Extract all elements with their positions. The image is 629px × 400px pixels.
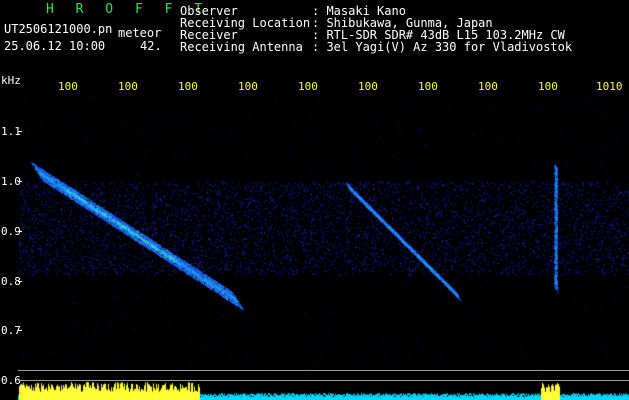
x-tick-1: 100 (58, 80, 78, 93)
info-label-antenna: Receiving Antenna (180, 40, 303, 54)
y-tick-mark (18, 281, 22, 282)
y-tick-mark (18, 131, 22, 132)
x-tick-6: 100 (358, 80, 378, 93)
x-tick-9: 100 (538, 80, 558, 93)
x-tick-7: 100 (418, 80, 438, 93)
y-tick-mark (18, 181, 22, 182)
x-tick-8: 100 (478, 80, 498, 93)
x-tick-3: 100 (178, 80, 198, 93)
x-tick-5: 100 (298, 80, 318, 93)
reference-line-lower (18, 380, 629, 381)
event-type-label: meteor (118, 26, 162, 40)
x-tick-10: 1010 (596, 80, 623, 93)
y-axis-unit: kHz (1, 74, 21, 87)
filename-label: UT2506121000.pn (4, 22, 113, 36)
reference-line-upper (18, 370, 629, 371)
x-tick-4: 100 (238, 80, 258, 93)
count-label: 42. (140, 39, 162, 53)
datetime-label: 25.06.12 10:00 (4, 39, 106, 53)
spectrogram-canvas (0, 0, 629, 400)
x-tick-2: 100 (118, 80, 138, 93)
y-tick-mark (18, 231, 22, 232)
y-tick-mark (18, 330, 22, 331)
info-value-antenna: : 3el Yagi(V) Az 330 for Vladivostok (312, 40, 573, 54)
